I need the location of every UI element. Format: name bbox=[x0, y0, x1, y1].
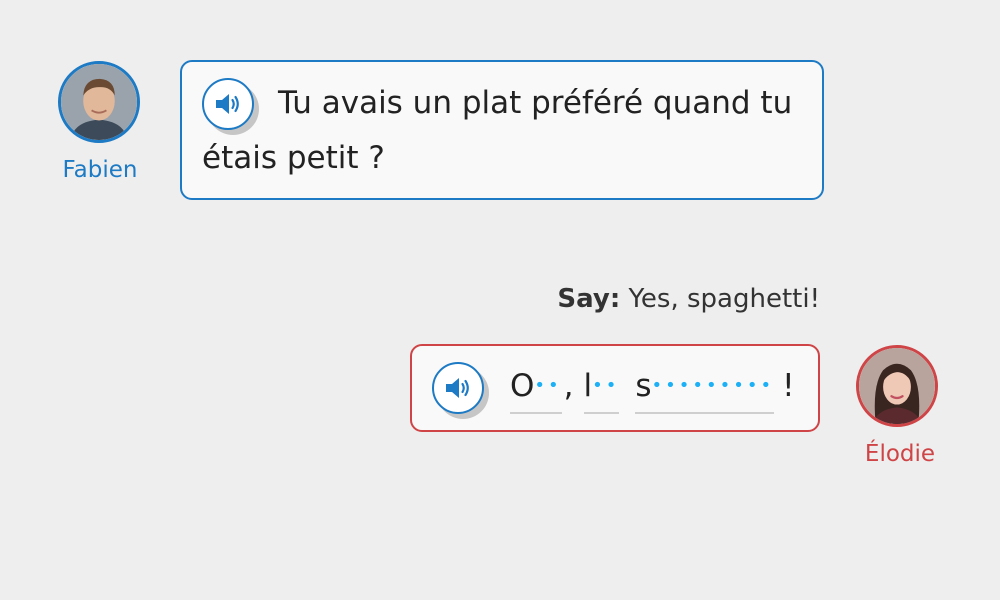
hidden-letters: ••••••••• bbox=[651, 374, 775, 396]
elodie-name: Élodie bbox=[864, 441, 936, 467]
elodie-avatar bbox=[856, 345, 938, 427]
speaker-icon bbox=[446, 378, 469, 398]
answer-word-3[interactable]: s••••••••• bbox=[635, 366, 775, 414]
say-text: Yes, spaghetti! bbox=[628, 284, 821, 314]
fabien-avatar bbox=[58, 61, 140, 143]
say-label: Say: bbox=[557, 284, 621, 314]
answer-word-2[interactable]: l•• bbox=[583, 366, 620, 414]
answer-fill-in: O••, l•• s•••••••••! bbox=[510, 366, 795, 414]
say-instruction: Say: Yes, spaghetti! bbox=[557, 284, 820, 314]
answer-word-1[interactable]: O•• bbox=[510, 366, 562, 414]
hidden-letters: •• bbox=[534, 374, 562, 396]
elodie-play-audio-button[interactable] bbox=[432, 362, 489, 419]
fabien-speech-bubble: Tu avais un plat préféré quand tu étais … bbox=[180, 60, 824, 200]
answer-comma: , bbox=[563, 368, 574, 404]
elodie-speech-bubble: O••, l•• s•••••••••! bbox=[410, 344, 820, 432]
answer-exclamation: ! bbox=[782, 368, 795, 404]
hidden-letters: •• bbox=[592, 374, 620, 396]
fabien-message-text: Tu avais un plat préféré quand tu étais … bbox=[202, 85, 793, 176]
fabien-name: Fabien bbox=[62, 157, 138, 183]
